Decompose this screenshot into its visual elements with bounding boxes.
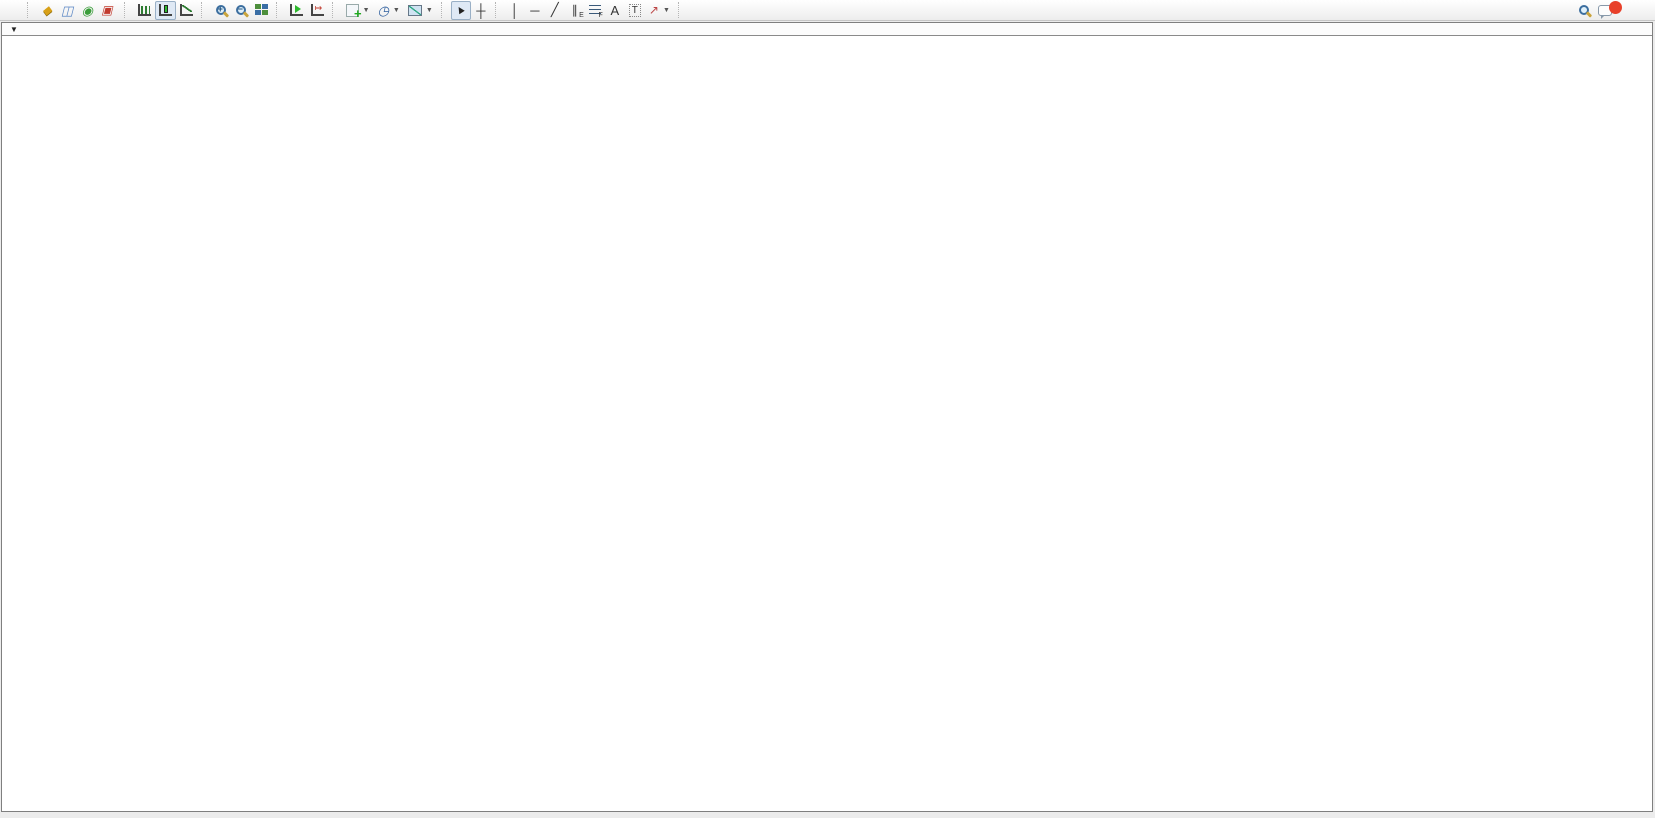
mt4-application: ◆ ◫ ◉ ▣ + − ↦ ▼ ◷▼ ▼ ▲ ┼ │ ─ ╱ ∥E F A T … [0, 0, 1655, 818]
chart-plot-area[interactable] [0, 0, 1655, 818]
